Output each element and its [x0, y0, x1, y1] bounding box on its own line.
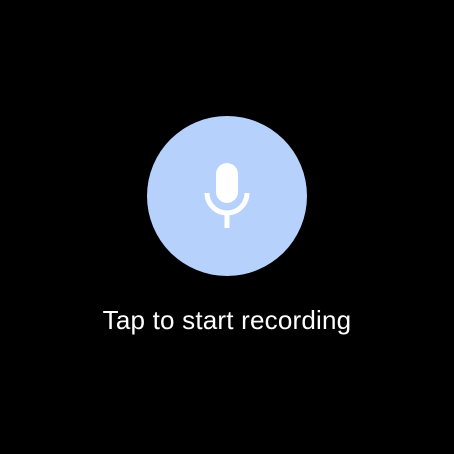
- record-prompt-label: Tap to start recording: [102, 305, 352, 335]
- microphone-icon: [201, 163, 253, 229]
- record-button[interactable]: [147, 116, 307, 276]
- recorder-screen: Tap to start recording: [0, 0, 454, 454]
